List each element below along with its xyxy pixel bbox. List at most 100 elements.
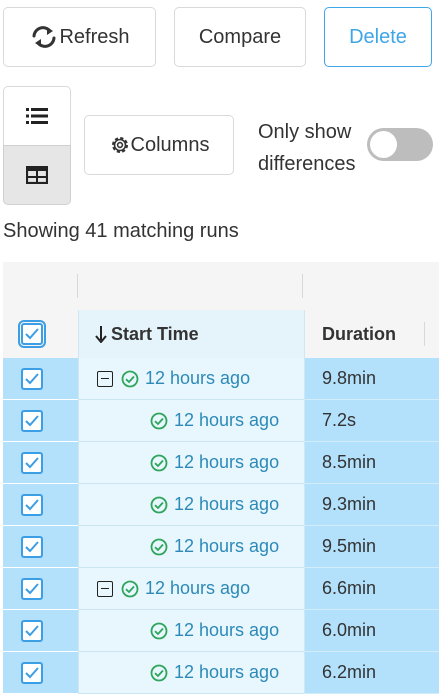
duration-cell: 9.5min bbox=[304, 526, 439, 568]
matching-runs-count: Showing 41 matching runs bbox=[3, 220, 239, 242]
row-select-cell bbox=[3, 358, 78, 400]
check-circle-icon bbox=[150, 664, 168, 681]
table-row[interactable]: 12 hours ago 9.8min bbox=[3, 358, 439, 400]
table-row[interactable]: 12 hours ago 6.6min bbox=[3, 568, 439, 610]
start-time-link[interactable]: 12 hours ago bbox=[174, 536, 279, 557]
table-icon bbox=[26, 166, 48, 184]
start-time-cell: 12 hours ago bbox=[78, 652, 304, 694]
only-show-differences-toggle[interactable] bbox=[367, 128, 433, 161]
row-checkbox[interactable] bbox=[21, 493, 43, 516]
duration-cell: 6.6min bbox=[304, 568, 439, 610]
table-row[interactable]: 12 hours ago 9.3min bbox=[3, 484, 439, 526]
check-circle-icon bbox=[150, 454, 168, 471]
refresh-label: Refresh bbox=[59, 25, 130, 48]
delete-button[interactable]: Delete bbox=[324, 7, 432, 67]
duration-value: 9.8min bbox=[322, 368, 377, 388]
checkmark-icon bbox=[25, 624, 39, 636]
row-checkbox[interactable] bbox=[21, 367, 43, 390]
start-time-cell: 12 hours ago bbox=[78, 526, 304, 568]
row-select-cell bbox=[3, 652, 78, 694]
row-checkbox[interactable] bbox=[21, 661, 43, 684]
check-circle-icon bbox=[121, 580, 139, 597]
arrow-down-icon bbox=[95, 326, 107, 343]
delete-label: Delete bbox=[349, 25, 407, 48]
start-time-link[interactable]: 12 hours ago bbox=[174, 410, 279, 431]
refresh-icon bbox=[32, 26, 56, 48]
start-time-cell: 12 hours ago bbox=[78, 484, 304, 526]
start-time-link[interactable]: 12 hours ago bbox=[174, 494, 279, 515]
duration-cell: 9.8min bbox=[304, 358, 439, 400]
duration-cell: 9.3min bbox=[304, 484, 439, 526]
column-header-start-time[interactable]: Start Time bbox=[78, 310, 304, 358]
compare-button[interactable]: Compare bbox=[174, 7, 306, 67]
list-icon bbox=[26, 108, 48, 124]
checkmark-icon bbox=[25, 666, 39, 678]
minus-square-icon[interactable] bbox=[97, 580, 113, 597]
select-all-cell bbox=[3, 310, 78, 358]
column-header-start-time-label: Start Time bbox=[111, 323, 199, 344]
check-circle-icon bbox=[121, 370, 139, 387]
only-show-differences-label: Only show differences bbox=[258, 121, 356, 175]
row-select-cell bbox=[3, 484, 78, 526]
table-row[interactable]: 12 hours ago 8.5min bbox=[3, 442, 439, 484]
list-view-button[interactable] bbox=[3, 86, 71, 146]
duration-value: 6.2min bbox=[322, 662, 377, 682]
checkmark-icon bbox=[25, 540, 39, 552]
row-select-cell bbox=[3, 568, 78, 610]
start-time-link[interactable]: 12 hours ago bbox=[174, 620, 279, 641]
toggle-knob bbox=[370, 131, 397, 158]
duration-cell: 6.0min bbox=[304, 610, 439, 652]
table-top-header bbox=[3, 262, 439, 310]
column-header-duration[interactable]: Duration bbox=[304, 310, 439, 358]
row-checkbox[interactable] bbox=[21, 619, 43, 642]
row-select-cell bbox=[3, 610, 78, 652]
duration-cell: 6.2min bbox=[304, 652, 439, 694]
start-time-cell: 12 hours ago bbox=[78, 400, 304, 442]
start-time-link[interactable]: 12 hours ago bbox=[174, 452, 279, 473]
duration-value: 9.3min bbox=[322, 494, 377, 514]
start-time-cell: 12 hours ago bbox=[78, 442, 304, 484]
refresh-button[interactable]: Refresh bbox=[3, 7, 156, 67]
start-time-link[interactable]: 12 hours ago bbox=[145, 368, 250, 389]
select-all-checkbox[interactable] bbox=[18, 320, 46, 348]
duration-value: 7.2s bbox=[322, 410, 357, 430]
table-view-button[interactable] bbox=[3, 145, 71, 205]
row-checkbox[interactable] bbox=[21, 451, 43, 474]
checkmark-icon bbox=[25, 456, 39, 468]
checkmark-icon bbox=[25, 414, 39, 426]
start-time-cell: 12 hours ago bbox=[78, 568, 304, 610]
gear-icon bbox=[111, 137, 128, 153]
start-time-cell: 12 hours ago bbox=[78, 358, 304, 400]
table-row[interactable]: 12 hours ago 9.5min bbox=[3, 526, 439, 568]
duration-value: 6.6min bbox=[322, 578, 377, 598]
start-time-cell: 12 hours ago bbox=[78, 610, 304, 652]
row-checkbox[interactable] bbox=[21, 409, 43, 432]
row-select-cell bbox=[3, 526, 78, 568]
row-select-cell bbox=[3, 400, 78, 442]
start-time-link[interactable]: 12 hours ago bbox=[145, 578, 250, 599]
duration-value: 9.5min bbox=[322, 536, 377, 556]
check-circle-icon bbox=[150, 538, 168, 555]
duration-value: 6.0min bbox=[322, 620, 377, 640]
checkmark-icon bbox=[25, 582, 39, 594]
row-checkbox[interactable] bbox=[21, 577, 43, 600]
minus-square-icon[interactable] bbox=[97, 370, 113, 387]
compare-label: Compare bbox=[198, 25, 282, 48]
start-time-link[interactable]: 12 hours ago bbox=[174, 662, 279, 683]
columns-label: Columns bbox=[130, 133, 210, 156]
row-select-cell bbox=[3, 442, 78, 484]
duration-value: 8.5min bbox=[322, 452, 377, 472]
duration-cell: 8.5min bbox=[304, 442, 439, 484]
check-circle-icon bbox=[150, 622, 168, 639]
columns-button[interactable]: Columns bbox=[84, 115, 234, 175]
checkmark-icon bbox=[25, 372, 39, 384]
check-circle-icon bbox=[150, 496, 168, 513]
checkmark-icon bbox=[25, 498, 39, 510]
duration-cell: 7.2s bbox=[304, 400, 439, 442]
check-circle-icon bbox=[150, 412, 168, 429]
table-row[interactable]: 12 hours ago 6.0min bbox=[3, 610, 439, 652]
table-row[interactable]: 12 hours ago 7.2s bbox=[3, 400, 439, 442]
checkmark-icon bbox=[25, 328, 39, 340]
table-row[interactable]: 12 hours ago 6.2min bbox=[3, 652, 439, 694]
row-checkbox[interactable] bbox=[21, 535, 43, 558]
